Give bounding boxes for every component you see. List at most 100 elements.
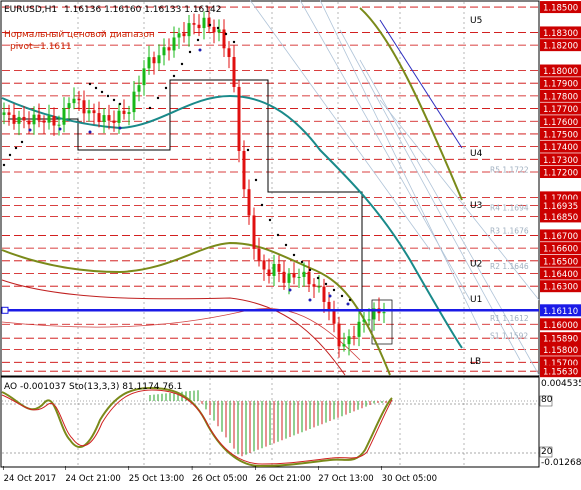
candle-body [37,114,41,121]
candle-body [302,271,306,277]
indicator-title: Нормальный ценовой диапазон [4,30,155,40]
price-tag-label: 1.16400 [543,270,578,280]
candle-body [282,271,286,283]
candle-body [177,33,181,38]
candle-body [67,103,71,108]
candle-body [2,112,6,115]
price-tag-label: 1.17600 [543,118,578,128]
candle-body [132,91,136,113]
resistance-label: R4 1.1694 [490,204,529,213]
fractal-dot [198,48,202,52]
sar-dot [118,102,122,106]
sar-dot [216,26,220,30]
price-chart-canvas[interactable]: U5 U4 U3 U2 U1 LB R5 1.1722 R4 1.1694 R3 1.1676… [0,0,581,490]
price-tag-label: 1.16000 [543,321,578,331]
candle-body [12,114,16,124]
resistance-label: R2 1.1646 [490,262,529,271]
sar-dot [292,253,296,257]
price-tag-label: 1.17400 [543,143,578,153]
price-tag-label: 1.16850 [543,213,578,223]
osc-level-low: 20 [541,447,553,457]
price-tag-label: 1.15800 [543,346,578,356]
pivot-label: U3 [470,201,482,211]
fractal-dot [58,127,62,131]
fractal-dot [88,130,92,134]
time-axis: 24 Oct 2017 24 Oct 21:00 25 Oct 13:00 26 Oc… [3,466,437,484]
price-tag-label: 1.16110 [543,307,578,317]
candle-body [217,29,221,33]
pivot-label: U1 [470,295,482,305]
candle-body [152,57,156,64]
candle-body [267,269,271,276]
time-label: 26 Oct 05:00 [192,474,247,484]
price-tag-label: 1.18000 [543,67,578,77]
fractal-dot [118,126,122,130]
candle-body [142,68,146,86]
price-tag-label: 1.17800 [543,92,578,102]
candle-body [192,23,196,25]
candle-body [202,17,206,29]
candle-body [107,115,111,121]
candle-body [87,110,91,114]
fractal-dot [308,298,312,302]
candle-body [112,120,116,123]
candle-body [47,115,51,123]
candle-body [362,319,366,322]
fractal-dot [346,302,350,306]
price-tag-label: 1.17700 [543,105,578,115]
pivot-text: pivot=1.1611 [10,42,72,52]
sar-dot [246,148,250,152]
candle-body [127,112,131,114]
price-tag-label: 1.17500 [543,130,578,140]
symbol-title: EURUSD,H1 [4,5,57,15]
price-tag-label: 1.15630 [543,368,578,378]
time-label: 24 Oct 21:00 [65,474,120,484]
candle-body [172,37,176,51]
sar-dot [254,178,258,182]
candle-body [307,271,311,285]
price-tag-label: 1.16500 [543,257,578,267]
osc-level-high: 80 [541,395,553,405]
chart-window[interactable]: U5 U4 U3 U2 U1 LB R5 1.1722 R4 1.1694 R3 1.1676… [0,0,581,490]
candle-body [62,107,66,125]
sar-dot [106,94,110,98]
candle-body [77,98,81,101]
price-tag-label: 1.15890 [543,335,578,345]
candle-body [227,48,231,58]
sar-dot [196,38,200,42]
sar-dot [224,32,228,36]
candle-body [242,150,246,190]
price-tag-label: 1.17200 [543,169,578,179]
pivot-label: U2 [470,259,482,269]
sar-dot [324,282,328,286]
sar-dot [232,40,236,44]
pivot-label: LB [470,357,481,367]
candle-body [312,284,316,287]
candle-body [102,115,106,123]
candle-body [297,276,301,278]
time-label: 26 Oct 21:00 [255,474,310,484]
sar-dot [308,268,312,272]
sar-dot [180,62,184,66]
sar-dot [332,288,336,292]
sar-dot [164,86,168,90]
sar-dot [340,294,344,298]
window-title: EURUSD,H1 1.16136 1.16160 1.16133 1.1614… [4,5,221,15]
oscillator-title: AO -0.001037 Sto(13,3,3) 81.1174 76.1 [4,382,182,392]
candle-body [317,286,321,288]
resistance-label: R1 1.1612 [490,314,529,323]
candle-body [212,26,216,33]
candle-body [182,33,186,37]
sar-dot [284,243,288,247]
sar-dot [94,86,98,90]
candle-body [252,215,256,249]
price-tag-label: 1.17300 [543,156,578,166]
candle-body [322,286,326,302]
pivot-handle[interactable] [1,306,9,314]
candle-body [352,336,356,338]
price-tag-label: 1.16300 [543,283,578,293]
candle-body [197,24,201,29]
sar-dot [188,50,192,54]
resistance-label: R5 1.1722 [490,165,529,174]
fractal-dot [28,128,32,132]
